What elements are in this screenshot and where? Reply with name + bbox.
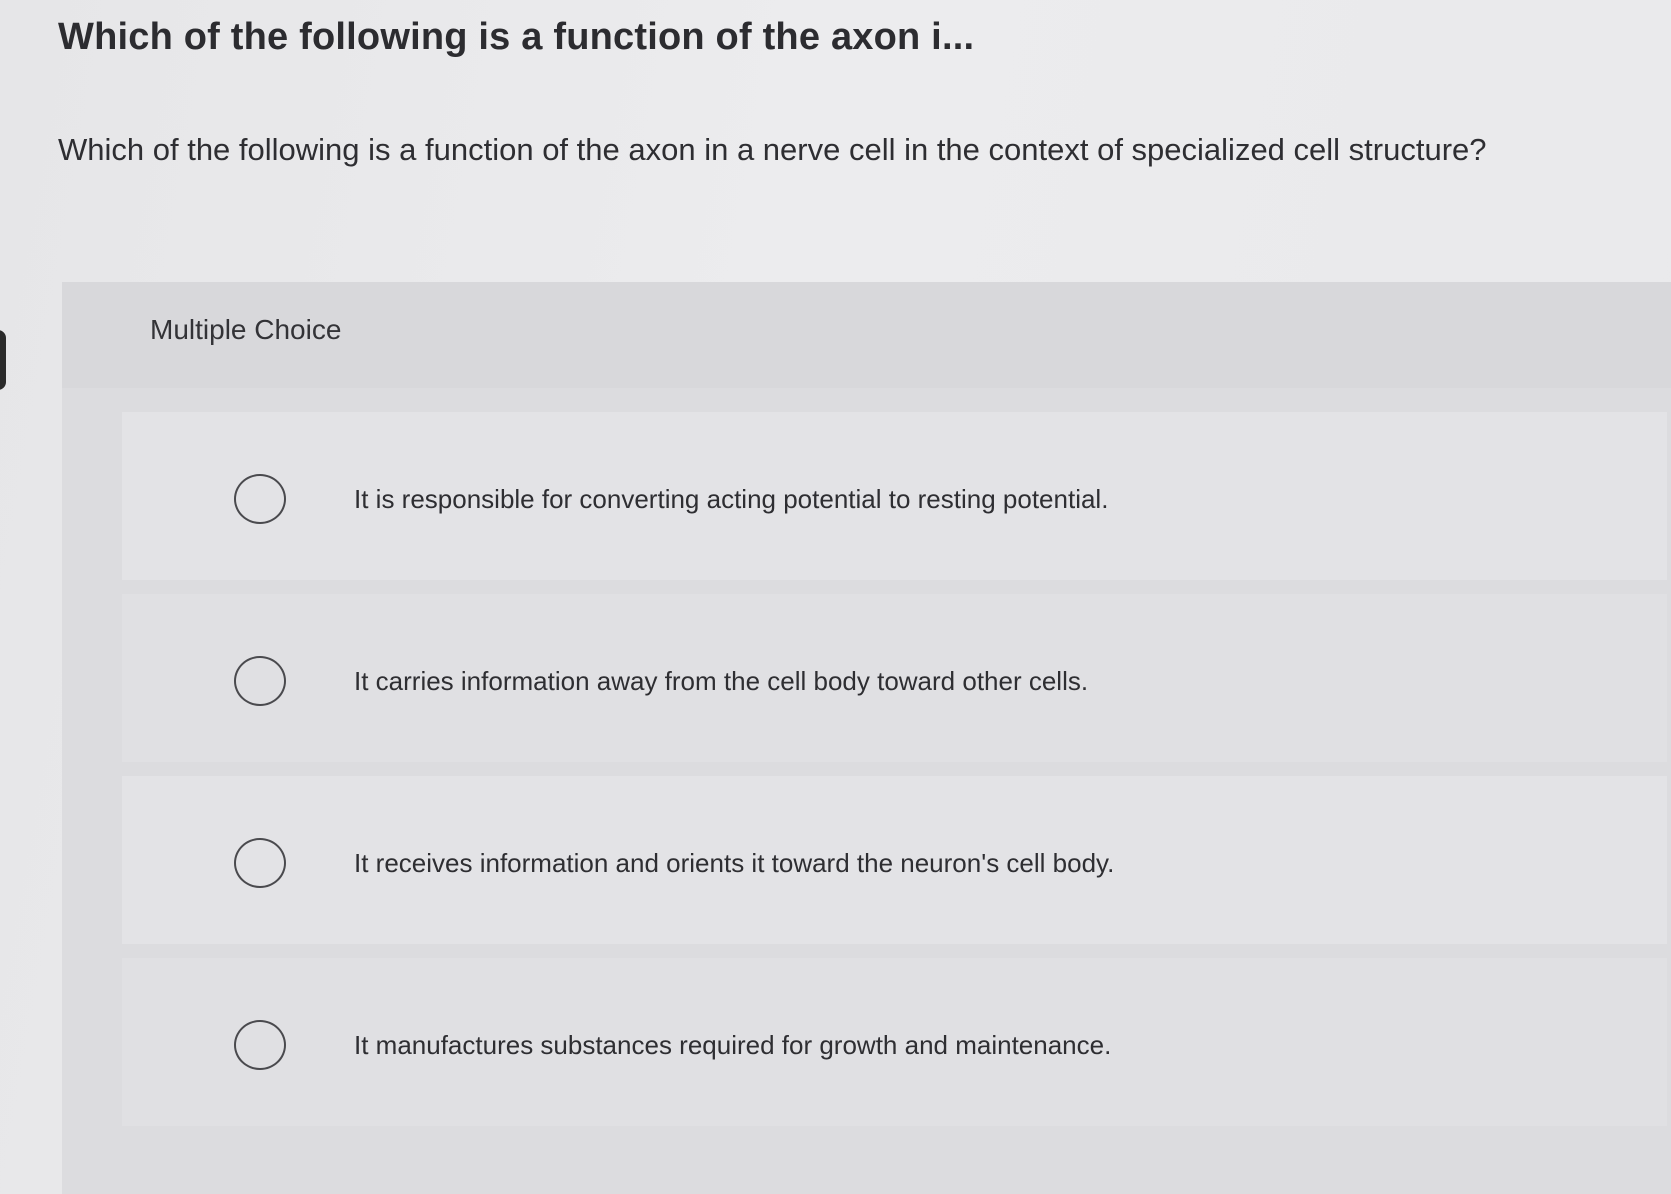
radio-button-icon[interactable] <box>234 474 286 524</box>
answer-option-1[interactable]: It is responsible for converting acting … <box>122 412 1667 580</box>
question-title: Which of the following is a function of … <box>58 16 975 58</box>
answer-option-text: It manufactures substances required for … <box>354 1030 1112 1060</box>
answer-option-4[interactable]: It manufactures substances required for … <box>122 958 1667 1126</box>
panel-header: Multiple Choice <box>62 282 1671 388</box>
answer-option-3[interactable]: It receives information and orients it t… <box>122 776 1667 944</box>
radio-button-icon[interactable] <box>234 1020 286 1070</box>
answer-options: It is responsible for converting acting … <box>122 412 1667 1140</box>
question-text: Which of the following is a function of … <box>58 132 1487 167</box>
quiz-page: Which of the following is a function of … <box>0 0 1671 1194</box>
answer-option-text: It is responsible for converting acting … <box>354 484 1109 514</box>
answer-option-text: It receives information and orients it t… <box>354 848 1115 878</box>
multiple-choice-panel: Multiple Choice It is responsible for co… <box>62 282 1671 1194</box>
answer-option-text: It carries information away from the cel… <box>354 666 1089 696</box>
radio-button-icon[interactable] <box>234 838 286 888</box>
radio-button-icon[interactable] <box>234 656 286 706</box>
window-edge <box>0 330 6 390</box>
answer-option-2[interactable]: It carries information away from the cel… <box>122 594 1667 762</box>
multiple-choice-label: Multiple Choice <box>150 314 342 345</box>
